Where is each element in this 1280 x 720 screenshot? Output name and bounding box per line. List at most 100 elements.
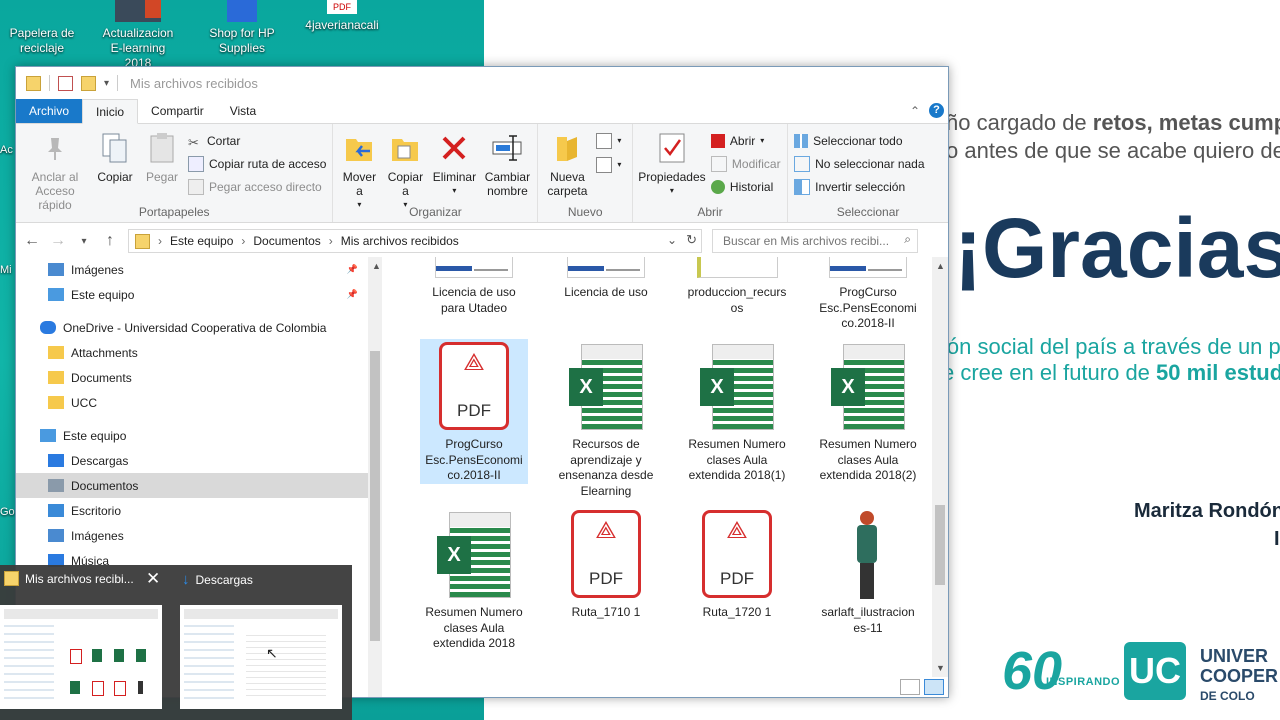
file-item[interactable]: produccion_recursos	[683, 257, 791, 316]
nav-item[interactable]: Este equipo	[16, 423, 368, 448]
collapse-ribbon-icon[interactable]: ⌃	[910, 104, 920, 118]
new-folder-icon[interactable]	[81, 75, 96, 91]
scroll-up-icon[interactable]: ▲	[372, 261, 381, 271]
copy-path-button[interactable]: Copiar ruta de acceso	[188, 155, 326, 173]
recycle-bin-shortcut[interactable]: Papelera de reciclaje	[0, 0, 84, 56]
back-arrow-icon[interactable]: ←	[24, 232, 40, 250]
file-item[interactable]: Licencia de uso	[552, 257, 660, 301]
chevron-down-icon[interactable]: ▾	[104, 78, 109, 89]
file-item[interactable]: ⟁ PDF Ruta_1710 1	[552, 507, 660, 621]
nav-item[interactable]: Este equipo 📌	[16, 282, 368, 307]
details-view-icon[interactable]	[900, 679, 920, 695]
scroll-up-icon[interactable]: ▲	[936, 261, 945, 271]
file-item[interactable]: X Resumen Numero clases Aula extendida 20…	[814, 339, 922, 484]
nav-item-label: Escritorio	[71, 503, 122, 518]
chevron-down-icon: ▾	[669, 186, 674, 195]
breadcrumb-documentos[interactable]: Documentos	[253, 234, 320, 248]
file-item[interactable]: ⟁ PDF Ruta_1720 1	[683, 507, 791, 621]
search-input[interactable]	[721, 233, 895, 249]
close-icon[interactable]: ✕	[146, 569, 160, 589]
thumbnail-preview-mis-archivos[interactable]	[0, 605, 162, 709]
address-dropdown-icon[interactable]: ⌄	[667, 233, 677, 247]
nav-item[interactable]: Documents	[16, 365, 368, 390]
group-label: Nuevo	[567, 205, 603, 219]
select-all-icon	[794, 134, 809, 148]
file-item[interactable]: sarlaft_ilustraciones-11	[814, 507, 922, 636]
slide-heading: ¡Gracias	[954, 201, 1280, 295]
file-item[interactable]: X Recursos de aprendizaje y ensenanza des…	[552, 339, 660, 499]
open-button[interactable]: Abrir ▾	[710, 132, 781, 150]
new-item-button[interactable]: ▾	[596, 132, 621, 150]
thumbnail-title[interactable]: ↓ Descargas	[182, 571, 253, 588]
select-all-button[interactable]: Seleccionar todo	[794, 132, 924, 150]
scrollbar-thumb[interactable]	[370, 351, 380, 641]
image-thumbnail-icon	[814, 507, 922, 601]
search-icon[interactable]: ⌕	[904, 232, 911, 247]
file-item[interactable]: X Resumen Numero clases Aula extendida 20…	[683, 339, 791, 484]
address-bar[interactable]: › Este equipo › Documentos › Mis archivo…	[128, 229, 702, 253]
help-icon[interactable]: ?	[929, 103, 944, 118]
mini-excel-icon	[70, 681, 80, 694]
search-box[interactable]: ⌕	[712, 229, 918, 253]
title-bar[interactable]: ▾ Mis archivos recibidos	[16, 67, 948, 99]
select-none-button[interactable]: No seleccionar nada	[794, 155, 925, 173]
nav-item[interactable]: UCC	[16, 390, 368, 415]
nav-item[interactable]: Documentos	[16, 473, 368, 498]
thumbnail-title[interactable]: Mis archivos recibi...	[4, 571, 134, 586]
navigation-scrollbar[interactable]: ▲	[368, 257, 382, 697]
view-toggle	[900, 679, 944, 695]
hp-shortcut[interactable]: Shop for HP Supplies	[200, 0, 284, 56]
recent-locations-chevron-icon[interactable]: ▾	[76, 236, 92, 247]
tab-vista[interactable]: Vista	[217, 99, 269, 123]
properties-icon[interactable]	[58, 75, 73, 91]
file-item[interactable]: ProgCurso Esc.PensEconomico.2018-II	[814, 257, 922, 332]
breadcrumb-separator-icon: ›	[241, 234, 246, 248]
edit-button[interactable]: Modificar	[710, 155, 781, 173]
copy-to-icon	[389, 132, 421, 164]
folder-icon	[48, 454, 64, 467]
nav-item[interactable]: Escritorio	[16, 498, 368, 523]
nav-item[interactable]: Descargas	[16, 448, 368, 473]
large-icons-view-icon[interactable]	[924, 679, 944, 695]
group-portapapeles: Anclar al Acceso rápido Copiar Pegar ✂ Co…	[16, 124, 334, 222]
history-button[interactable]: Historial	[710, 178, 781, 196]
nav-item-label: Descargas	[71, 453, 129, 468]
up-arrow-icon[interactable]: ↑	[102, 232, 118, 250]
pdf-icon: ⟁ PDF	[683, 507, 791, 601]
nav-item[interactable]: Imágenes	[16, 523, 368, 548]
file-name: Resumen Numero clases Aula extendida 201…	[819, 437, 917, 483]
invert-selection-button[interactable]: Invertir selección	[794, 178, 924, 196]
refresh-icon[interactable]: ↻	[686, 232, 697, 248]
nav-item[interactable]: Attachments	[16, 340, 368, 365]
file-item[interactable]: ⟁ PDF ProgCurso Esc.PensEconomico.2018-II	[420, 339, 528, 484]
slide-signature-partial: I	[1274, 528, 1280, 550]
nav-item-label: Imágenes	[71, 262, 124, 277]
nav-item-label: Este equipo	[63, 428, 127, 443]
content-scrollbar[interactable]: ▲ ▼	[932, 257, 948, 677]
window-title: Mis archivos recibidos	[130, 75, 258, 91]
tab-archivo[interactable]: Archivo	[16, 99, 83, 123]
breadcrumb-este-equipo[interactable]: Este equipo	[170, 234, 233, 248]
group-organizar: Mover a ▾ Copiar a ▾ Eliminar ▾ Cambiar nom…	[333, 124, 539, 222]
scrollbar-thumb[interactable]	[935, 505, 945, 585]
thumbnail-preview-descargas[interactable]: ↖	[180, 605, 342, 709]
tab-inicio[interactable]: Inicio	[82, 99, 139, 124]
paste-shortcut-button[interactable]: Pegar acceso directo	[188, 178, 326, 196]
pdf-shortcut[interactable]: PDF 4javerianacali	[300, 0, 384, 33]
folder-icon	[4, 571, 19, 586]
elearning-shortcut[interactable]: Actualizacion E-learning 2018	[96, 0, 180, 71]
breadcrumb-current[interactable]: Mis archivos recibidos	[341, 234, 459, 248]
tab-compartir[interactable]: Compartir	[138, 99, 217, 123]
taskbar-thumbnail-preview: Mis archivos recibi... ✕ ↓ Descargas ↖	[0, 565, 352, 720]
group-label: Seleccionar	[836, 205, 900, 219]
easy-access-button[interactable]: ▾	[596, 156, 621, 174]
folder-icon	[48, 371, 64, 384]
cut-button[interactable]: ✂ Cortar	[188, 132, 326, 150]
scroll-down-icon[interactable]: ▼	[936, 663, 945, 673]
forward-arrow-icon[interactable]: →	[50, 232, 66, 250]
folder-icon	[48, 288, 64, 301]
file-item[interactable]: Licencia de uso para Utadeo	[420, 257, 528, 316]
nav-item[interactable]: OneDrive - Universidad Cooperativa de Co…	[16, 315, 368, 340]
nav-item[interactable]: Imágenes 📌	[16, 257, 368, 282]
file-item[interactable]: X Resumen Numero clases Aula extendida 20…	[420, 507, 528, 652]
